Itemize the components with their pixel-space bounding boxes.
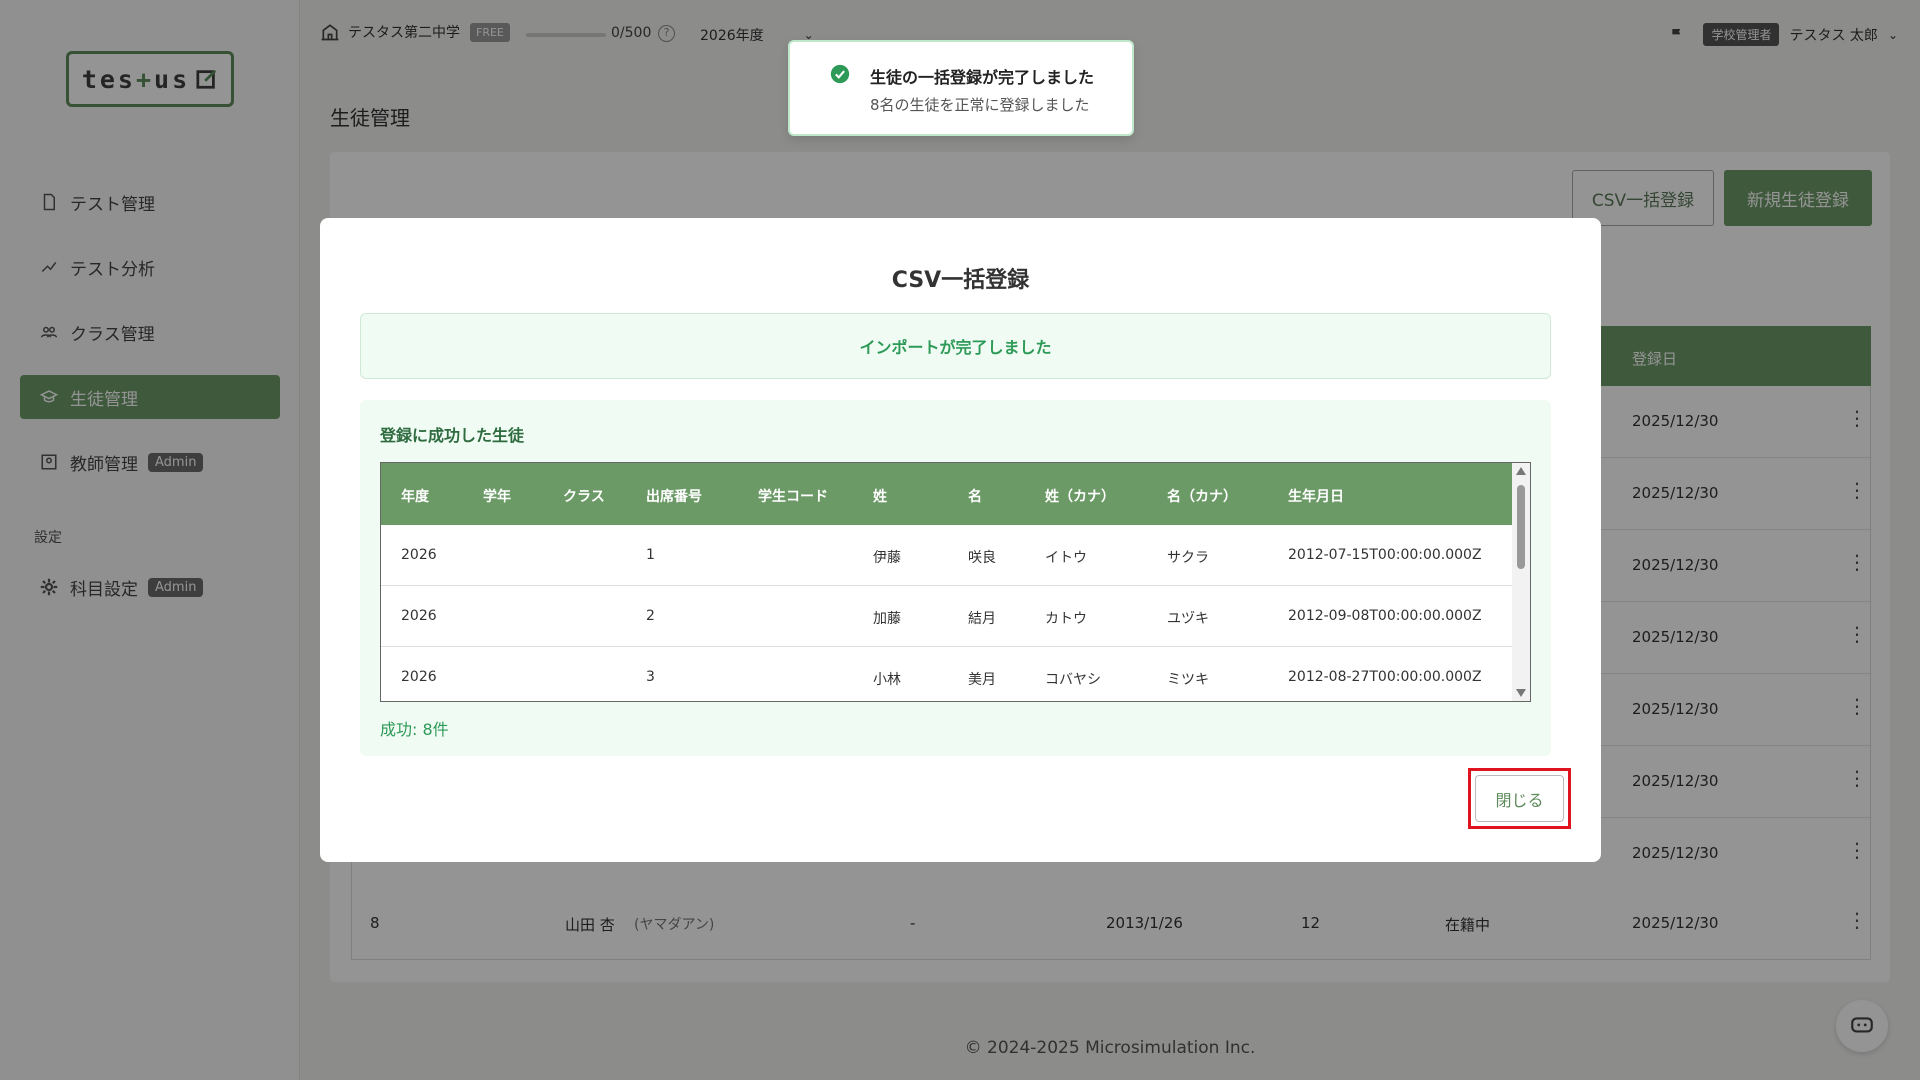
cell-last-kana: カトウ <box>1045 611 1087 627</box>
column-header: 姓 <box>873 489 887 505</box>
cell-last-kana: イトウ <box>1045 550 1087 566</box>
cell-last-name: 加藤 <box>873 611 901 627</box>
success-section-title: 登録に成功した生徒 <box>380 426 525 445</box>
cell-last-name: 小林 <box>873 672 901 688</box>
scroll-down-arrow-icon[interactable] <box>1516 689 1526 697</box>
close-button[interactable]: 閉じる <box>1475 775 1564 822</box>
column-header: 出席番号 <box>646 489 702 505</box>
cell-year: 2026 <box>401 547 437 563</box>
cell-first-name: 咲良 <box>968 550 996 566</box>
modal-title: CSV一括登録 <box>891 268 1030 293</box>
cell-birth: 2012-07-15T00:00:00.000Z <box>1288 547 1482 563</box>
column-header: 学生コード <box>758 489 828 505</box>
success-table-header: 年度 学年 クラス 出席番号 学生コード 姓 名 姓（カナ） 名（カナ） 生年月… <box>381 463 1512 525</box>
cell-year: 2026 <box>401 669 437 685</box>
cell-first-kana: サクラ <box>1167 550 1209 566</box>
cell-number: 2 <box>646 608 655 624</box>
column-header: 姓（カナ） <box>1045 489 1115 505</box>
column-header: クラス <box>563 489 605 505</box>
column-header: 名（カナ） <box>1167 489 1237 505</box>
cell-first-kana: ミツキ <box>1167 672 1209 688</box>
cell-first-name: 結月 <box>968 611 996 627</box>
cell-last-name: 伊藤 <box>873 550 901 566</box>
check-circle-icon <box>830 64 850 84</box>
cell-number: 1 <box>646 547 655 563</box>
csv-import-modal: CSV一括登録 インポートが完了しました 登録に成功した生徒 年度 学年 クラス… <box>320 218 1601 862</box>
import-complete-banner: インポートが完了しました <box>360 313 1551 379</box>
success-section: 登録に成功した生徒 年度 学年 クラス 出席番号 学生コード 姓 名 姓（カナ）… <box>360 400 1551 756</box>
cell-birth: 2012-09-08T00:00:00.000Z <box>1288 608 1482 624</box>
table-row: 2026 3 小林 美月 コバヤシ ミツキ 2012-08-27T00:00:0… <box>381 647 1512 701</box>
success-table: 年度 学年 クラス 出席番号 学生コード 姓 名 姓（カナ） 名（カナ） 生年月… <box>380 462 1531 702</box>
column-header: 年度 <box>401 489 429 505</box>
cell-number: 3 <box>646 669 655 685</box>
column-header: 名 <box>968 489 982 505</box>
success-toast: 生徒の一括登録が完了しました 8名の生徒を正常に登録しました <box>788 40 1134 136</box>
toast-title: 生徒の一括登録が完了しました <box>870 68 1095 87</box>
table-scrollbar[interactable] <box>1512 463 1530 701</box>
cell-birth: 2012-08-27T00:00:00.000Z <box>1288 669 1482 685</box>
toast-message: 8名の生徒を正常に登録しました <box>870 96 1090 114</box>
table-row: 2026 2 加藤 結月 カトウ ユヅキ 2012-09-08T00:00:00… <box>381 586 1512 647</box>
column-header: 学年 <box>483 489 511 505</box>
cell-first-name: 美月 <box>968 672 996 688</box>
success-count: 成功: 8件 <box>380 720 449 739</box>
table-row: 2026 1 伊藤 咲良 イトウ サクラ 2012-07-15T00:00:00… <box>381 525 1512 586</box>
scroll-thumb[interactable] <box>1517 485 1525 569</box>
cell-last-kana: コバヤシ <box>1045 672 1101 688</box>
column-header: 生年月日 <box>1288 489 1344 505</box>
cell-first-kana: ユヅキ <box>1167 611 1209 627</box>
cell-year: 2026 <box>401 608 437 624</box>
scroll-up-arrow-icon[interactable] <box>1516 467 1526 475</box>
